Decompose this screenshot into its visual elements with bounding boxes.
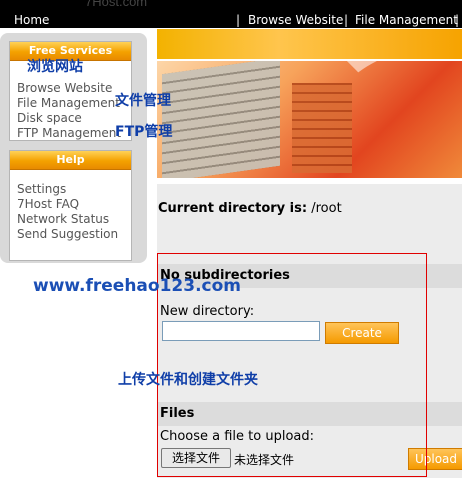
- top-nav: Home | Browse Website | File Management …: [0, 13, 462, 28]
- top-navigation-bar: 7Host.com Home | Browse Website | File M…: [0, 0, 462, 28]
- choose-file-label: Choose a file to upload:: [160, 429, 314, 444]
- nav-browse-website-link[interactable]: Browse Website: [248, 13, 343, 27]
- sidebar-item-faq[interactable]: 7Host FAQ: [17, 197, 79, 211]
- files-heading: Files: [157, 402, 462, 426]
- help-title: Help: [10, 151, 131, 170]
- sidebar-item-disk-space[interactable]: Disk space: [17, 111, 82, 125]
- current-directory-label: Current directory is:: [158, 201, 308, 216]
- choose-file-button[interactable]: 选择文件: [161, 448, 231, 468]
- file-status-text: 未选择文件: [234, 453, 295, 467]
- sidebar-item-network-status[interactable]: Network Status: [17, 212, 109, 226]
- annotation-site-url: www.freehao123.com: [33, 276, 241, 296]
- annotation-ftp-management: FTP管理: [115, 124, 173, 140]
- decorative-swoosh: [307, 61, 462, 178]
- new-directory-input[interactable]: [162, 321, 320, 341]
- current-directory-value: /root: [311, 201, 342, 216]
- site-logo-text: 7Host.com: [85, 0, 148, 9]
- annotation-file-management: 文件管理: [115, 93, 171, 109]
- upload-button[interactable]: Upload: [408, 448, 462, 470]
- current-directory: Current directory is: /root: [158, 201, 342, 216]
- sidebar-item-ftp-management[interactable]: FTP Management: [17, 126, 121, 140]
- files-heading-text: Files: [160, 406, 195, 421]
- nav-separator: |: [236, 13, 241, 27]
- annotation-browse-website: 浏览网站: [27, 59, 83, 75]
- banner-strip: [157, 29, 462, 59]
- new-directory-label: New directory:: [160, 304, 255, 319]
- create-button[interactable]: Create: [325, 322, 399, 344]
- banner-image: [157, 61, 462, 178]
- help-box: Help Settings 7Host FAQ Network Status S…: [9, 150, 132, 261]
- nav-separator: |: [344, 13, 349, 27]
- sidebar-item-browse-website[interactable]: Browse Website: [17, 81, 112, 95]
- sidebar-item-file-management[interactable]: File Management: [17, 96, 120, 110]
- sidebar-item-settings[interactable]: Settings: [17, 182, 66, 196]
- server-rack-graphic: [162, 61, 280, 178]
- nav-home-link[interactable]: Home: [14, 13, 49, 27]
- sidebar-item-send-suggestion[interactable]: Send Suggestion: [17, 227, 118, 241]
- annotation-upload-create: 上传文件和创建文件夹: [118, 372, 258, 388]
- nav-file-management-link[interactable]: File Management: [355, 13, 458, 27]
- nav-separator: |: [455, 13, 460, 27]
